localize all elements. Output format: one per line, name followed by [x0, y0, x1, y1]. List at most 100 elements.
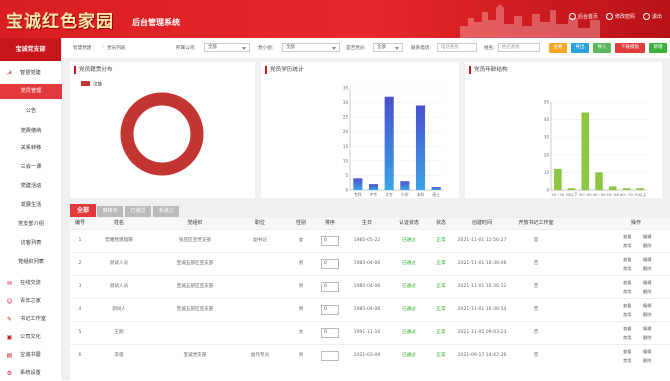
breadcrumb-sep: /	[102, 45, 104, 50]
bar[interactable]	[431, 187, 441, 190]
delete-link[interactable]: 删除	[643, 243, 651, 249]
sidebar-item-smart-party[interactable]: ☭ 智慧党建	[0, 66, 62, 81]
bar[interactable]	[554, 168, 562, 190]
lock-icon[interactable]	[606, 13, 613, 20]
tab-rejected[interactable]: 未通过	[153, 206, 179, 217]
table-row: 5 王刚女 0 1991-11-10 已通过 正常 2021-11-05 09:03:23 否…	[70, 321, 670, 344]
x-tick-label: 小学	[401, 192, 409, 197]
column-header: 党组织	[187, 220, 203, 226]
disable-link[interactable]: 禁用	[623, 312, 631, 318]
x-tick-label: 硕士	[432, 192, 440, 197]
breadcrumb-current: 党员列表	[107, 46, 126, 51]
member-filter-select[interactable]: 全部	[373, 43, 403, 52]
x-tick-label: 专科	[354, 192, 362, 197]
phone-search-input[interactable]: 电话查找	[437, 43, 477, 52]
app-subtitle: 后台管理系统	[132, 18, 180, 27]
column-header: 姓名	[113, 220, 124, 226]
delete-link[interactable]: 删除	[643, 266, 651, 272]
name-label: 姓名:	[484, 46, 495, 51]
disable-link[interactable]: 禁用	[623, 266, 631, 272]
delete-link[interactable]: 删除	[643, 312, 651, 318]
sidebar-sub-development[interactable]: 发展生活	[0, 198, 62, 213]
cell-name: 测试人员	[109, 284, 129, 289]
logout-icon[interactable]	[643, 13, 650, 20]
view-link[interactable]: 查看	[623, 234, 631, 240]
bar[interactable]	[622, 188, 631, 190]
breadcrumb-root[interactable]: 智慧党建	[73, 45, 91, 51]
member-filter-label: 是否党员:	[346, 46, 366, 51]
bar[interactable]	[400, 181, 410, 190]
view-link[interactable]: 查看	[623, 257, 631, 263]
tab-approved[interactable]: 已通过	[125, 206, 151, 217]
sidebar-item-settings[interactable]: ⚙ 系统设置	[0, 366, 62, 381]
pie-chart: 汉族	[81, 81, 204, 176]
logout-link[interactable]: 退出	[652, 13, 662, 21]
name-search-input[interactable]: 姓名查找	[498, 43, 540, 52]
y-tick-label: 0	[345, 188, 348, 193]
chat-icon: ✉	[6, 280, 13, 287]
sidebar-sub-activities[interactable]: 党建活动	[0, 179, 62, 194]
filter-toolbar: 智慧党建 / 党员列表 所属公司: 全部 党小组: 全部 是否党员: 全部 联系…	[62, 38, 670, 58]
view-button[interactable]: 查看	[549, 43, 567, 53]
disable-link[interactable]: 禁用	[623, 358, 631, 364]
delete-link[interactable]: 删除	[643, 358, 651, 364]
y-tick-label: 15	[343, 144, 349, 149]
pie-slice[interactable]	[120, 92, 204, 176]
edit-link[interactable]: 编辑	[643, 257, 651, 263]
y-tick-label: 20	[544, 152, 550, 157]
import-button[interactable]: 导入	[593, 43, 611, 53]
party-flag-icon: ☭	[6, 70, 13, 77]
view-link[interactable]: 查看	[623, 349, 631, 355]
book-icon: ▤	[6, 352, 13, 359]
gear-icon: ⚙	[6, 370, 13, 377]
disable-link[interactable]: 禁用	[623, 289, 631, 295]
bar[interactable]	[595, 172, 603, 190]
sidebar-sub-meetings[interactable]: 三会一课	[0, 160, 62, 175]
bar[interactable]	[581, 112, 590, 190]
home-icon[interactable]	[569, 13, 576, 20]
disable-link[interactable]: 禁用	[623, 335, 631, 341]
sidebar-sub-member-mgmt[interactable]: 党员管理	[0, 84, 62, 99]
edit-link[interactable]: 编辑	[643, 303, 651, 309]
app-logo: 宝诚红色家园	[6, 12, 114, 32]
table-row: 4 测试人 宝诚五部区宣支部男 0 1985-04-06 已通过 正常 2021-11-01 …	[70, 298, 670, 321]
y-tick-label: 0	[546, 188, 549, 193]
sidebar-sub-notice[interactable]: 公告	[0, 104, 62, 119]
cell-open: 否	[533, 261, 539, 266]
education-bar-chart: 0 5 10 15 20 25 30 35 专科 中专 大专 小学 本科 硕士	[343, 86, 444, 197]
edit-link[interactable]: 编辑	[643, 326, 651, 332]
change-password-link[interactable]: 修改密码	[615, 13, 635, 21]
tab-all[interactable]: 全部	[70, 204, 96, 217]
disable-link[interactable]: 禁用	[623, 243, 631, 249]
edit-link[interactable]: 编辑	[643, 234, 651, 240]
add-button[interactable]: 新增	[649, 43, 667, 53]
cell-open: 否	[533, 330, 539, 335]
bar[interactable]	[353, 178, 363, 190]
youth-icon: ☺	[6, 298, 13, 305]
edit-link[interactable]: 编辑	[643, 280, 651, 286]
tab-reviewing[interactable]: 审核中	[97, 206, 123, 217]
x-tick-label: 60~70	[620, 192, 633, 197]
bar[interactable]	[567, 188, 576, 190]
bar[interactable]	[368, 184, 379, 190]
view-link[interactable]: 查看	[623, 303, 631, 309]
company-filter-select[interactable]: 全部	[204, 43, 250, 52]
view-link[interactable]: 查看	[623, 326, 631, 332]
group-filter-select[interactable]: 全部	[282, 43, 340, 52]
bar[interactable]	[636, 188, 644, 190]
delete-link[interactable]: 删除	[643, 335, 651, 341]
delete-link[interactable]: 删除	[643, 289, 651, 295]
bar[interactable]	[384, 96, 394, 190]
sidebar-sub-dues[interactable]: 党费缴纳	[0, 124, 62, 139]
bar[interactable]	[415, 105, 426, 190]
cell-name: 李俊	[114, 353, 124, 358]
export-button[interactable]: 导出	[571, 43, 589, 53]
view-link[interactable]: 查看	[623, 280, 631, 286]
admin-home-link[interactable]: 后台首页	[578, 13, 598, 21]
bar[interactable]	[608, 186, 617, 190]
sidebar-sub-transfer[interactable]: 关系转移	[0, 141, 62, 156]
building-icon: ▣	[6, 334, 13, 341]
edit-link[interactable]: 编辑	[643, 349, 651, 355]
header-bar: 宝诚红色家园 后台管理系统 后台首页 修改密码 退出	[0, 0, 670, 38]
download-template-button[interactable]: 下载模板	[615, 43, 645, 53]
